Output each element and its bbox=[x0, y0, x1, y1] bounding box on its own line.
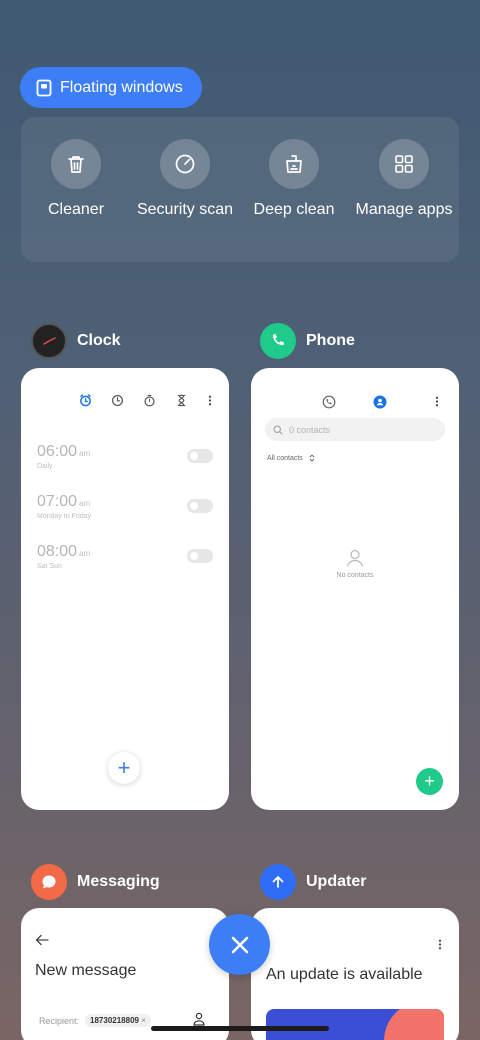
alarm-item[interactable]: 06:00 am Daily bbox=[37, 443, 213, 483]
messaging-app-name: Messaging bbox=[77, 873, 160, 890]
timer-icon[interactable] bbox=[175, 394, 188, 407]
add-alarm-button[interactable]: + bbox=[108, 752, 140, 784]
phone-icon bbox=[272, 334, 285, 346]
updater-app-header[interactable]: Updater bbox=[260, 864, 366, 900]
clear-all-button[interactable] bbox=[209, 914, 270, 975]
clock-tabs bbox=[79, 394, 213, 407]
messaging-app-card[interactable]: New message Recipient: 18730218809 × bbox=[21, 908, 229, 1040]
updater-app-name: Updater bbox=[306, 873, 367, 890]
security-scan-icon bbox=[175, 154, 195, 174]
contact-picker-icon[interactable] bbox=[193, 1012, 205, 1026]
contacts-filter-dropdown[interactable]: All contacts bbox=[267, 454, 315, 462]
stopwatch-icon[interactable] bbox=[143, 394, 156, 407]
recipient-label: Recipient: bbox=[39, 1015, 80, 1026]
floating-windows-label: Floating windows bbox=[60, 78, 183, 96]
phone-tabs bbox=[251, 394, 459, 410]
updater-app-icon bbox=[260, 864, 296, 900]
recipient-field[interactable]: Recipient: 18730218809 × bbox=[39, 1014, 151, 1027]
phone-app-name: Phone bbox=[306, 332, 355, 349]
contacts-icon[interactable] bbox=[373, 395, 387, 409]
update-available-title: An update is available bbox=[266, 966, 423, 983]
update-banner-image bbox=[266, 1009, 444, 1040]
more-icon[interactable] bbox=[434, 395, 440, 408]
alarm-toggle[interactable] bbox=[187, 449, 213, 463]
sort-arrows-icon bbox=[309, 454, 315, 462]
alarm-item[interactable]: 07:00 am Monday to Friday bbox=[37, 493, 213, 533]
clock-app-header[interactable]: Clock bbox=[31, 323, 121, 359]
manage-apps-label: Manage apps bbox=[355, 201, 453, 218]
alarm-time: 08:00 bbox=[37, 543, 78, 560]
world-clock-icon[interactable] bbox=[111, 394, 124, 407]
contacts-search-input[interactable]: 0 contacts bbox=[265, 418, 445, 441]
alarm-ampm: am bbox=[79, 449, 91, 458]
messaging-app-icon bbox=[31, 864, 67, 900]
contacts-filter-label: All contacts bbox=[267, 454, 303, 462]
new-message-title: New message bbox=[35, 962, 137, 979]
quick-tools-panel: Cleaner Security scan Deep clean Manage … bbox=[21, 117, 459, 262]
chat-bubble-icon bbox=[42, 875, 56, 889]
deep-clean-button[interactable]: Deep clean bbox=[244, 139, 344, 220]
alarm-repeat: Daily bbox=[37, 463, 53, 470]
phone-app-header[interactable]: Phone bbox=[260, 323, 355, 359]
alarm-repeat: Monday to Friday bbox=[37, 513, 92, 520]
security-scan-button[interactable]: Security scan bbox=[135, 139, 235, 220]
alarm-ampm: am bbox=[79, 549, 91, 558]
search-icon bbox=[273, 424, 283, 434]
alarm-toggle[interactable] bbox=[187, 549, 213, 563]
home-indicator[interactable] bbox=[151, 1026, 329, 1031]
updater-app-card[interactable]: An update is available bbox=[251, 908, 459, 1040]
phone-app-card[interactable]: 0 contacts All contacts No contacts + bbox=[251, 368, 459, 810]
floating-window-icon bbox=[36, 79, 52, 96]
more-icon[interactable] bbox=[437, 938, 443, 951]
alarm-time: 06:00 bbox=[37, 443, 78, 460]
clock-app-icon bbox=[31, 323, 67, 359]
recents-icon[interactable] bbox=[322, 395, 336, 409]
alarm-item[interactable]: 08:00 am Sat Sun bbox=[37, 543, 213, 583]
floating-windows-button[interactable]: Floating windows bbox=[20, 67, 202, 108]
close-icon bbox=[231, 936, 248, 953]
alarm-time: 07:00 bbox=[37, 493, 78, 510]
alarm-ampm: am bbox=[79, 499, 91, 508]
recipient-chip[interactable]: 18730218809 × bbox=[85, 1014, 151, 1027]
grid-icon bbox=[395, 155, 413, 173]
cleaner-button[interactable]: Cleaner bbox=[26, 139, 126, 220]
security-scan-label: Security scan bbox=[136, 201, 234, 218]
add-contact-button[interactable]: + bbox=[416, 768, 443, 795]
manage-apps-button[interactable]: Manage apps bbox=[354, 139, 454, 220]
phone-app-icon bbox=[260, 323, 296, 359]
cleaner-label: Cleaner bbox=[47, 201, 105, 218]
more-icon[interactable] bbox=[207, 394, 213, 407]
back-arrow-icon[interactable] bbox=[35, 934, 49, 946]
chip-remove-icon[interactable]: × bbox=[141, 1016, 146, 1025]
deep-clean-icon bbox=[286, 155, 302, 173]
clock-app-name: Clock bbox=[77, 332, 121, 349]
deep-clean-label: Deep clean bbox=[253, 201, 335, 218]
alarm-repeat: Sat Sun bbox=[37, 563, 62, 570]
clock-app-card[interactable]: 06:00 am Daily 07:00 am Monday to Friday 0… bbox=[21, 368, 229, 810]
empty-contacts-state: No contacts bbox=[251, 548, 459, 579]
alarm-toggle[interactable] bbox=[187, 499, 213, 513]
search-placeholder: 0 contacts bbox=[289, 424, 331, 435]
recipient-chip-number: 18730218809 bbox=[90, 1016, 139, 1025]
alarm-icon[interactable] bbox=[79, 394, 92, 407]
person-outline-icon bbox=[346, 549, 364, 567]
no-contacts-text: No contacts bbox=[336, 572, 374, 579]
messaging-app-header[interactable]: Messaging bbox=[31, 864, 160, 900]
arrow-up-icon bbox=[272, 876, 284, 888]
trash-icon bbox=[68, 156, 84, 173]
